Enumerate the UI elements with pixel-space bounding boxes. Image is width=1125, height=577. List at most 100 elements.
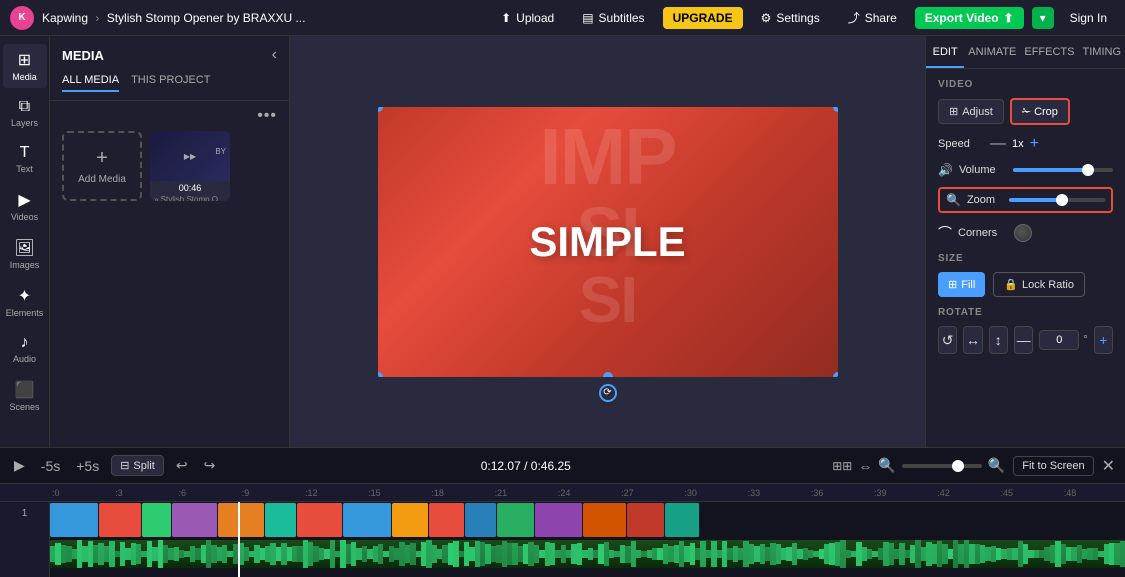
share-icon: ⤴ bbox=[848, 9, 860, 26]
export-upload-icon: ⬆ bbox=[1004, 11, 1014, 25]
corners-knob[interactable] bbox=[1014, 224, 1032, 242]
fill-button[interactable]: ⊞ Fill bbox=[938, 272, 985, 297]
sidebar-item-images[interactable]: 🖼 Images bbox=[3, 232, 47, 276]
corners-icon: ⌒ bbox=[938, 223, 952, 243]
resize-handle-bottom-left[interactable] bbox=[378, 372, 383, 377]
tab-animate[interactable]: ANIMATE bbox=[964, 36, 1020, 68]
tab-this-project[interactable]: THIS PROJECT bbox=[131, 74, 210, 92]
timeline-ruler: :0:3:6:9:12:15:18:21:24:27:30:33:36:39:4… bbox=[0, 484, 1125, 502]
undo-button[interactable]: ↩ bbox=[172, 455, 192, 476]
more-options-button[interactable]: ••• bbox=[257, 107, 277, 125]
sidebar-item-audio[interactable]: ♪ Audio bbox=[3, 328, 47, 370]
zoom-row: 🔍 Zoom bbox=[938, 187, 1113, 213]
corners-row: ⌒ Corners bbox=[938, 223, 1113, 243]
tab-effects[interactable]: EFFECTS bbox=[1020, 36, 1078, 68]
upload-button[interactable]: ⬆ Upload bbox=[491, 7, 564, 29]
timeline-zoom-slider[interactable] bbox=[902, 464, 982, 468]
layers-icon: ⧉ bbox=[19, 98, 30, 116]
volume-row: 🔊 Volume bbox=[938, 163, 1113, 177]
media-item[interactable]: ▶▶ BY 00:46 » Stylish Stomp O... bbox=[150, 131, 230, 201]
adjust-icon: ⊞ bbox=[949, 105, 958, 118]
sidebar-item-text[interactable]: T Text bbox=[3, 138, 47, 180]
resize-handle-bottom-middle[interactable] bbox=[603, 372, 613, 377]
upgrade-button[interactable]: UPGRADE bbox=[663, 7, 743, 29]
tab-edit[interactable]: EDIT bbox=[926, 36, 964, 68]
export-button[interactable]: Export Video ⬆ bbox=[915, 7, 1024, 29]
redo-button[interactable]: ↪ bbox=[200, 455, 220, 476]
sidebar-item-elements[interactable]: ✦ Elements bbox=[3, 280, 47, 324]
rotate-degree-input[interactable] bbox=[1039, 330, 1079, 350]
signin-button[interactable]: Sign In bbox=[1062, 7, 1115, 29]
speed-decrease-button[interactable]: — bbox=[990, 135, 1006, 153]
zoom-out-button[interactable]: 🔍 bbox=[878, 457, 895, 474]
volume-slider[interactable] bbox=[1013, 168, 1113, 172]
sidebar: ⊞ Media ⧉ Layers T Text ▶ Videos 🖼 Image… bbox=[0, 36, 50, 447]
crop-button[interactable]: ✁ Crop bbox=[1010, 98, 1070, 125]
media-panel-tools: ••• bbox=[50, 101, 289, 131]
timeline-tracks: 1 bbox=[0, 502, 1125, 577]
media-tabs: ALL MEDIA THIS PROJECT bbox=[50, 70, 289, 101]
canvas-area: IMP SI SI SIMPLE ⟳ bbox=[290, 36, 925, 447]
video-adjust-crop-row: ⊞ Adjust ✁ Crop bbox=[938, 98, 1113, 125]
plus-icon: + bbox=[96, 147, 108, 170]
flip-vertical-button[interactable]: ↕ bbox=[989, 326, 1008, 354]
settings-button[interactable]: ⚙ Settings bbox=[751, 7, 830, 29]
rotate-ccw-button[interactable]: ↺ bbox=[938, 326, 957, 354]
media-thumbnail: ▶▶ BY bbox=[150, 131, 230, 181]
volume-icon: 🔊 bbox=[938, 163, 953, 177]
resize-handle-top-left[interactable] bbox=[378, 107, 383, 112]
tab-timing[interactable]: TIMING bbox=[1079, 36, 1125, 68]
speed-controls: — 1x + bbox=[990, 135, 1113, 153]
resize-handle-bottom-right[interactable] bbox=[833, 372, 838, 377]
media-items: + Add Media ▶▶ BY 00:46 » Stylish Stomp … bbox=[50, 131, 289, 201]
sidebar-item-scenes[interactable]: ⬛ Scenes bbox=[3, 374, 47, 418]
timecode-display: 0:12.07 / 0:46.25 bbox=[227, 459, 824, 473]
topbar: K Kapwing › Stylish Stomp Opener by BRAX… bbox=[0, 0, 1125, 36]
size-row: ⊞ Fill 🔒 Lock Ratio bbox=[938, 272, 1113, 297]
rotate-minus-button[interactable]: — bbox=[1014, 326, 1033, 354]
media-item-name: » Stylish Stomp O... bbox=[150, 195, 230, 201]
lock-ratio-button[interactable]: 🔒 Lock Ratio bbox=[993, 272, 1085, 297]
skip-fwd-button[interactable]: +5s bbox=[72, 456, 103, 476]
share-button[interactable]: ⤴ Share bbox=[838, 5, 907, 30]
playhead[interactable] bbox=[238, 502, 240, 577]
sidebar-item-layers[interactable]: ⧉ Layers bbox=[3, 92, 47, 134]
track-content bbox=[50, 502, 1125, 577]
video-canvas[interactable]: IMP SI SI SIMPLE bbox=[378, 107, 838, 377]
zoom-label: Zoom bbox=[967, 194, 1003, 206]
sidebar-item-media[interactable]: ⊞ Media bbox=[3, 44, 47, 88]
subtitles-button[interactable]: ▤ Subtitles bbox=[572, 7, 654, 29]
elements-icon: ✦ bbox=[18, 286, 31, 306]
upload-icon: ⬆ bbox=[501, 11, 511, 25]
skip-back-button[interactable]: -5s bbox=[37, 456, 64, 476]
sidebar-item-videos[interactable]: ▶ Videos bbox=[3, 184, 47, 228]
flip-horizontal-button[interactable]: ↔ bbox=[963, 326, 982, 354]
rotate-handle[interactable]: ⟳ bbox=[599, 384, 617, 402]
subtitles-icon: ▤ bbox=[582, 11, 593, 25]
media-panel: MEDIA ‹ ALL MEDIA THIS PROJECT ••• + Add… bbox=[50, 36, 290, 447]
media-panel-close-button[interactable]: ‹ bbox=[272, 46, 277, 64]
ruler-marks: :0:3:6:9:12:15:18:21:24:27:30:33:36:39:4… bbox=[50, 488, 1125, 498]
fit-to-screen-button[interactable]: Fit to Screen bbox=[1013, 456, 1093, 476]
scenes-icon: ⬛ bbox=[15, 380, 35, 400]
speed-label: Speed bbox=[938, 138, 986, 150]
speed-increase-button[interactable]: + bbox=[1030, 135, 1039, 153]
split-button[interactable]: ⊟ Split bbox=[111, 455, 164, 476]
export-dropdown-button[interactable]: ▾ bbox=[1032, 7, 1054, 29]
rotate-section-label: ROTATE bbox=[938, 307, 1113, 318]
zoom-controls: ⊞⊞ ⇔ 🔍 🔍 bbox=[832, 457, 1005, 474]
tab-all-media[interactable]: ALL MEDIA bbox=[62, 74, 119, 92]
resize-handle-top-right[interactable] bbox=[833, 107, 838, 112]
video-section-label: VIDEO bbox=[938, 79, 1113, 90]
timeline: ▶ -5s +5s ⊟ Split ↩ ↪ 0:12.07 / 0:46.25 … bbox=[0, 447, 1125, 577]
sidebar-item-label: Media bbox=[12, 72, 37, 82]
rotate-plus-button[interactable]: + bbox=[1094, 326, 1113, 354]
zoom-in-button[interactable]: 🔍 bbox=[988, 457, 1005, 474]
audio-track bbox=[50, 540, 1125, 568]
images-icon: 🖼 bbox=[14, 238, 34, 258]
play-button[interactable]: ▶ bbox=[10, 455, 29, 476]
adjust-button[interactable]: ⊞ Adjust bbox=[938, 99, 1004, 124]
timeline-close-button[interactable]: ✕ bbox=[1102, 456, 1115, 476]
add-media-button[interactable]: + Add Media bbox=[62, 131, 142, 201]
zoom-slider[interactable] bbox=[1009, 198, 1105, 202]
